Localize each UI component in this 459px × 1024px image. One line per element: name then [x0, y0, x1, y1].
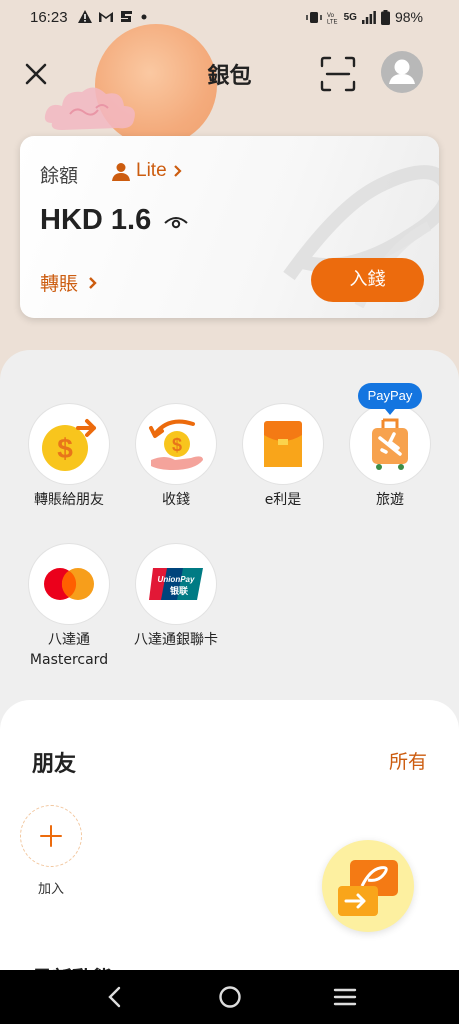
service-label: 旅遊 [376, 492, 404, 508]
svg-text:Vo: Vo [327, 13, 335, 19]
octopus-card-button[interactable] [322, 840, 414, 932]
system-navigation-bar [0, 970, 459, 1024]
chevron-right-icon [89, 276, 97, 289]
topup-button[interactable]: 入錢 [311, 258, 424, 302]
account-tier: Lite [136, 160, 167, 181]
battery-icon [380, 9, 390, 25]
friends-title: 朋友 [32, 752, 77, 777]
profile-avatar[interactable] [381, 51, 423, 93]
recent-apps-icon[interactable] [333, 987, 357, 1007]
svg-text:$: $ [172, 435, 182, 455]
chevron-right-icon [173, 165, 182, 177]
svg-text:LTE: LTE [327, 19, 338, 24]
dot-icon [141, 14, 147, 19]
service-octopus-mastercard[interactable]: 八達通 Mastercard [14, 544, 124, 670]
status-bar: 16:23 Vo LTE 5G 98% [0, 0, 459, 36]
service-label: 八達通 Mastercard [29, 632, 109, 668]
service-octopus-unionpay[interactable]: UnionPay 银联 八達通銀聯卡 [121, 544, 231, 650]
balance-label: 餘額 [40, 165, 79, 187]
svg-text:UnionPay: UnionPay [158, 575, 195, 584]
service-travel[interactable]: 旅遊 [335, 404, 445, 510]
mastercard-logo-icon [44, 568, 94, 600]
battery-level: 98% [394, 9, 423, 25]
plus-icon [39, 824, 62, 847]
gmail-icon [99, 11, 113, 22]
network-type: 5G [343, 11, 357, 23]
person-icon [112, 162, 130, 181]
transfer-link[interactable]: 轉賬 [40, 269, 98, 296]
status-time: 16:23 [30, 9, 68, 26]
svg-text:$: $ [57, 433, 73, 464]
notification-icons [78, 10, 149, 23]
receive-money-icon: $ [149, 419, 203, 470]
paypay-badge: PayPay [358, 383, 422, 415]
friends-all-link[interactable]: 所有 [389, 747, 427, 774]
red-packet-icon [264, 421, 302, 467]
app-notification-icon [121, 11, 132, 22]
receive-icon-circle: $ [136, 404, 216, 484]
e-lai-see-icon-circle [243, 404, 323, 484]
alert-icon [78, 10, 92, 23]
home-icon[interactable] [218, 985, 242, 1009]
transfer-label: 轉賬 [40, 273, 79, 295]
system-status: Vo LTE 5G 98% [305, 9, 423, 25]
service-label: e利是 [264, 492, 302, 508]
add-friend-button[interactable] [20, 805, 82, 867]
service-receive-money[interactable]: $ 收錢 [121, 404, 231, 510]
back-icon[interactable] [104, 985, 126, 1009]
eye-icon[interactable] [164, 216, 188, 230]
balance-amount: HKD 1.6 [40, 204, 152, 236]
add-friend-label: 加入 [37, 882, 64, 897]
octopus-card-icon [338, 860, 398, 916]
scan-qr-icon[interactable] [318, 54, 358, 94]
transfer-friend-icon-circle: $ [29, 404, 109, 484]
unionpay-icon-circle: UnionPay 银联 [136, 544, 216, 624]
service-label: 轉賬給朋友 [34, 492, 104, 508]
travel-icon-circle [350, 404, 430, 484]
luggage-icon [372, 418, 408, 470]
mastercard-icon-circle [29, 544, 109, 624]
svg-text:银联: 银联 [170, 585, 189, 597]
balance-card: 餘額 Lite HKD 1.6 轉賬 入錢 [20, 136, 439, 318]
signal-icon [361, 10, 376, 24]
service-label: 收錢 [162, 492, 190, 508]
service-transfer-to-friend[interactable]: $ 轉賬給朋友 [14, 404, 124, 510]
send-money-icon: $ [42, 419, 96, 471]
service-label: 八達通銀聯卡 [134, 632, 218, 648]
volte-icon: VoLTE [327, 13, 338, 24]
user-icon [389, 59, 415, 84]
vibrate-icon [305, 11, 322, 23]
account-tier-link[interactable]: Lite [112, 160, 183, 182]
unionpay-logo-icon: UnionPay 银联 [149, 568, 203, 600]
service-e-lai-see[interactable]: e利是 [228, 404, 338, 510]
